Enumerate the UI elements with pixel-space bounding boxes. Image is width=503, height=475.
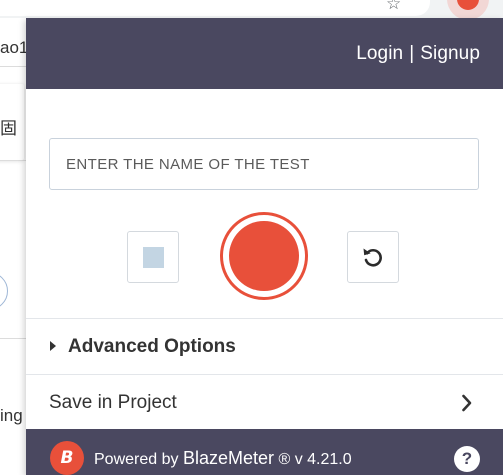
- auth-links: Login | Signup: [356, 43, 480, 65]
- save-in-project-row[interactable]: Save in Project: [26, 375, 503, 429]
- background-divider: [0, 338, 26, 339]
- help-icon[interactable]: ?: [454, 446, 480, 472]
- test-name-input[interactable]: [49, 138, 479, 190]
- save-in-project-label: Save in Project: [49, 392, 177, 413]
- blazemeter-popup: Login |Signup Advanced Options Save in Pr…: [26, 18, 503, 475]
- background-text-snippet: 固: [0, 119, 17, 138]
- background-divider: [0, 160, 26, 161]
- version-label: ® v 4.21.0: [278, 451, 352, 468]
- background-divider: [0, 66, 26, 67]
- stop-button[interactable]: [127, 231, 179, 283]
- signup-link[interactable]: Signup: [420, 43, 480, 64]
- popup-footer: B Powered by BlazeMeter ® v 4.21.0 ?: [26, 429, 503, 475]
- reset-icon: [363, 248, 382, 267]
- background-text-snippet: ing: [0, 406, 23, 425]
- record-icon: [229, 221, 299, 291]
- bookmark-star-icon[interactable]: ☆: [386, 0, 401, 14]
- browser-address-bar[interactable]: [0, 0, 430, 16]
- record-button[interactable]: [220, 212, 308, 300]
- advanced-options-toggle[interactable]: Advanced Options: [26, 319, 503, 374]
- advanced-options-label: Advanced Options: [68, 336, 236, 357]
- stop-icon: [143, 247, 164, 268]
- caret-right-icon: [50, 341, 56, 351]
- brand-name: BlazeMeter: [182, 448, 274, 468]
- chevron-right-icon: [462, 394, 472, 412]
- login-link[interactable]: Login: [356, 43, 403, 64]
- blazemeter-extension-icon: [457, 0, 479, 10]
- screen: ☆ ao1 固 ing Login | Signup ENTER THE NAM…: [0, 0, 503, 475]
- popup-header: Login | Signup: [26, 18, 503, 89]
- auth-separator: |: [409, 43, 415, 64]
- blazemeter-logo-icon: B: [50, 441, 84, 475]
- powered-by-label: Powered by: [94, 451, 179, 468]
- background-text-snippet: ao1: [0, 38, 29, 57]
- reset-button[interactable]: [347, 231, 399, 283]
- powered-by-text: Powered by BlazeMeter ® v 4.21.0: [94, 448, 352, 469]
